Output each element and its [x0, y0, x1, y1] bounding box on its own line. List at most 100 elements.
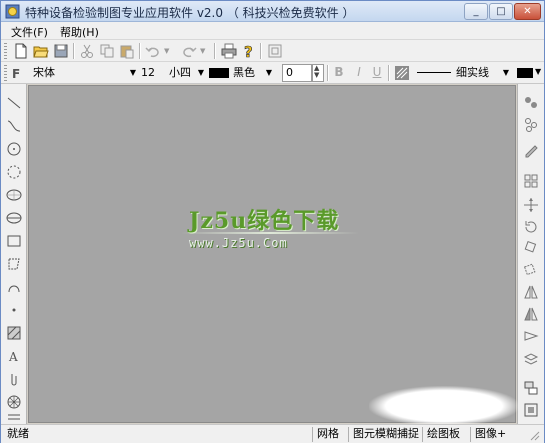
color-swatch[interactable]	[209, 68, 229, 78]
minimize-button[interactable]: _	[464, 3, 488, 20]
spacing-spinner[interactable]: ▲ ▼	[312, 64, 324, 82]
toolbar-grip[interactable]	[4, 43, 7, 59]
watermark-logo-text: Jz5u绿色下载	[189, 208, 340, 234]
arc-tool-icon[interactable]	[6, 279, 22, 295]
stack-icon[interactable]	[523, 380, 539, 396]
cut-icon[interactable]	[79, 43, 95, 59]
chevron-down-icon: ▼	[502, 68, 509, 77]
array-icon[interactable]	[523, 402, 539, 418]
open-folder-icon[interactable]	[33, 43, 49, 59]
font-size-select[interactable]: 12	[139, 64, 165, 82]
spacing-input[interactable]: 0	[282, 64, 312, 82]
italic-button[interactable]: I	[351, 65, 367, 79]
left-drawing-palette: A	[1, 84, 27, 424]
font-size-name-select[interactable]: 小四 ▼	[167, 64, 205, 82]
svg-text:?: ?	[244, 43, 253, 59]
title-bar[interactable]: 特种设备检验制图专业应用软件 v2.0 （ 科技兴检免费软件 ） _ □ ✕	[1, 1, 544, 22]
save-icon[interactable]	[53, 43, 69, 59]
mirror-icon[interactable]	[523, 262, 539, 278]
clip-tool-icon[interactable]	[6, 371, 22, 387]
hatch-tool-icon[interactable]	[6, 325, 22, 341]
flip-icon[interactable]	[523, 306, 539, 322]
menu-file[interactable]: 文件(F)	[9, 24, 50, 40]
toolbar-separator	[139, 43, 141, 59]
close-button[interactable]: ✕	[514, 3, 541, 20]
mirror-alt-icon[interactable]	[523, 284, 539, 300]
window-title: 特种设备检验制图专业应用软件 v2.0 （ 科技兴检免费软件 ）	[25, 6, 355, 20]
app-icon	[5, 4, 20, 19]
status-grid[interactable]: 网格	[312, 427, 348, 442]
chevron-down-icon: ▼	[129, 68, 136, 77]
status-drawing-board[interactable]: 绘图板	[422, 427, 470, 442]
line-color-swatch[interactable]	[517, 68, 533, 78]
color-select[interactable]: 黑色 ▼	[231, 64, 273, 82]
standard-toolbar: ▼ ▼ ?	[1, 40, 544, 62]
underline-button[interactable]: U	[369, 65, 385, 79]
svg-text:A: A	[8, 350, 18, 364]
status-ready: 就绪	[7, 427, 29, 440]
watermark-underline	[181, 232, 359, 234]
dashed-circle-tool-icon[interactable]	[6, 164, 22, 180]
font-name-value: 宋体	[33, 66, 55, 79]
maximize-button[interactable]: □	[489, 3, 513, 20]
rotate-alt-icon[interactable]	[523, 240, 539, 256]
point-tool-icon[interactable]	[6, 302, 22, 318]
font-size-value: 12	[141, 66, 155, 79]
wheel-tool-icon[interactable]	[6, 394, 22, 410]
rotate-icon[interactable]	[523, 219, 539, 235]
curve-tool-icon[interactable]	[6, 118, 22, 134]
layers-icon[interactable]	[523, 352, 539, 368]
toolbar-separator	[327, 65, 329, 81]
redo-dropdown-icon[interactable]: ▼	[200, 43, 210, 59]
chevron-down-icon[interactable]: ▼	[535, 67, 541, 76]
undo-icon[interactable]	[145, 43, 161, 59]
undo-dropdown-icon[interactable]: ▼	[164, 43, 174, 59]
align-grid-icon[interactable]	[523, 173, 539, 189]
drawing-canvas[interactable]: Jz5u绿色下载 www.Jz5u.Com	[28, 85, 519, 426]
ellipse-tool-icon[interactable]	[6, 187, 22, 203]
arc-ellipse-tool-icon[interactable]	[6, 210, 22, 226]
redo-icon[interactable]	[181, 43, 197, 59]
white-blotch	[369, 386, 519, 426]
line-style-icon[interactable]	[394, 65, 410, 81]
menu-help[interactable]: 帮助(H)	[58, 24, 101, 40]
paste-icon[interactable]	[119, 43, 135, 59]
polygon-tool-icon[interactable]	[6, 256, 22, 272]
format-toolbar: F 宋体 ▼ 12 小四 ▼ 黑色 ▼ 0 ▲ ▼ B I U 细实线 ▼ ▼	[1, 62, 544, 84]
grid-tool-icon[interactable]	[6, 413, 22, 423]
line-tool-icon[interactable]	[6, 95, 22, 111]
bold-button[interactable]: B	[331, 65, 347, 79]
line-style-value: 细实线	[456, 66, 489, 79]
toolbar-separator	[73, 43, 75, 59]
circle-tool-icon[interactable]	[6, 141, 22, 157]
nodes-icon[interactable]	[523, 117, 539, 133]
pencil-icon[interactable]	[523, 142, 539, 158]
status-image-mode[interactable]: 图像+	[470, 427, 514, 442]
new-file-icon[interactable]	[13, 43, 29, 59]
toolbar-separator	[260, 43, 262, 59]
help-icon[interactable]: ?	[241, 43, 257, 59]
text-tool-icon[interactable]: A	[6, 348, 22, 364]
font-name-select[interactable]: 宋体 ▼	[31, 64, 137, 82]
app-window: 特种设备检验制图专业应用软件 v2.0 （ 科技兴检免费软件 ） _ □ ✕ 文…	[0, 0, 545, 443]
status-element-snap[interactable]: 图元模糊捕捉	[348, 427, 422, 442]
line-style-select[interactable]: 细实线 ▼	[414, 64, 510, 82]
rectangle-tool-icon[interactable]	[6, 233, 22, 249]
resize-grip-icon[interactable]	[528, 429, 540, 441]
chevron-down-icon: ▼	[265, 68, 272, 77]
print-icon[interactable]	[221, 43, 237, 59]
right-edit-palette	[517, 84, 544, 424]
scatter-icon[interactable]	[523, 95, 539, 111]
flip-alt-icon[interactable]	[523, 328, 539, 344]
copy-icon[interactable]	[99, 43, 115, 59]
page-icon[interactable]	[267, 43, 283, 59]
move-icon[interactable]	[523, 197, 539, 213]
svg-text:F: F	[12, 67, 20, 81]
line-style-preview	[417, 72, 451, 73]
toolbar-separator	[214, 43, 216, 59]
toolbar-grip[interactable]	[4, 65, 7, 81]
status-bar: 就绪 网格 图元模糊捕捉 绘图板 图像+	[1, 424, 544, 443]
font-icon: F	[12, 67, 20, 81]
menu-bar: 文件(F) 帮助(H)	[1, 22, 544, 40]
chevron-down-icon: ▼	[197, 68, 204, 77]
